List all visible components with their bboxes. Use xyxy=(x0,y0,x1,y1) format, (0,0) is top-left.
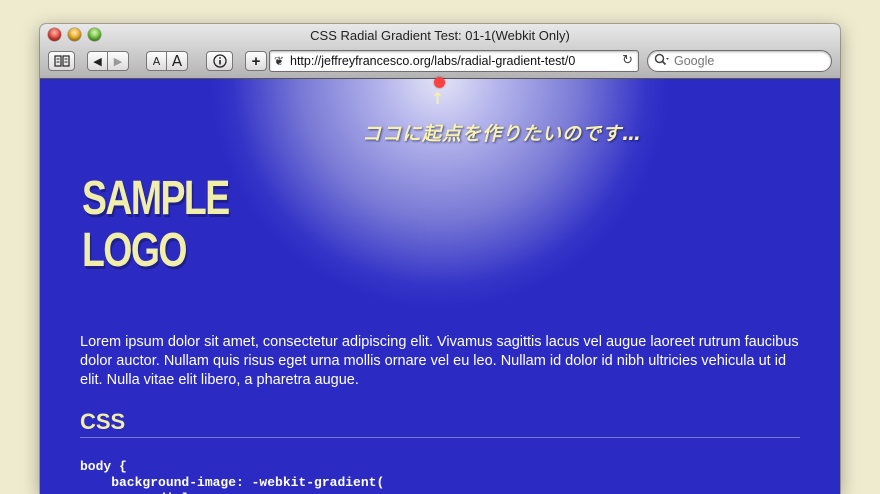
book-icon xyxy=(53,55,70,67)
code-block: body { background-image: -webkit-gradien… xyxy=(80,459,385,494)
lorem-paragraph: Lorem ipsum dolor sit amet, consectetur … xyxy=(80,334,799,388)
annotation-text: ココに起点を作りたいのです… xyxy=(362,123,643,145)
text-size-group: A A xyxy=(146,51,188,71)
title-bar: CSS Radial Gradient Test: 01-1(Webkit On… xyxy=(40,24,840,79)
add-bookmark-button[interactable]: + xyxy=(245,51,267,71)
browser-window: CSS Radial Gradient Test: 01-1(Webkit On… xyxy=(40,24,840,494)
css-heading: CSS xyxy=(80,409,126,434)
arrow-right-icon: ▶ xyxy=(113,54,123,68)
window-title: CSS Radial Gradient Test: 01-1(Webkit On… xyxy=(310,28,570,43)
back-button[interactable]: ◀ xyxy=(87,51,108,71)
search-input[interactable] xyxy=(674,53,824,69)
reload-icon[interactable]: ↻ xyxy=(622,53,633,68)
search-field[interactable] xyxy=(647,50,832,72)
logo-line-1: SAMPLE xyxy=(82,172,230,225)
forward-button[interactable]: ▶ xyxy=(108,51,129,71)
url-text[interactable]: http://jeffreyfrancesco.org/labs/radial-… xyxy=(290,54,615,68)
magnifier-icon[interactable] xyxy=(654,53,670,70)
sample-logo: SAMPLE LOGO xyxy=(82,173,238,277)
page-content: ↑ ココに起点を作りたいのです… SAMPLE LOGO Lorem ipsum… xyxy=(40,77,840,494)
text-bigger-button[interactable]: A xyxy=(167,51,188,71)
logo-line-2: LOGO xyxy=(82,224,188,277)
address-bar[interactable]: ❦ http://jeffreyfrancesco.org/labs/radia… xyxy=(269,50,639,72)
info-icon xyxy=(212,54,227,68)
text-smaller-button[interactable]: A xyxy=(146,51,167,71)
heading-divider xyxy=(80,437,800,438)
arrow-left-icon: ◀ xyxy=(93,54,102,68)
info-button[interactable] xyxy=(206,51,233,71)
origin-marker xyxy=(434,77,445,88)
bookmarks-button[interactable] xyxy=(48,51,75,71)
site-favicon: ❦ xyxy=(274,54,285,68)
back-forward-group: ◀ ▶ xyxy=(87,51,129,71)
arrow-up-icon: ↑ xyxy=(431,89,445,108)
